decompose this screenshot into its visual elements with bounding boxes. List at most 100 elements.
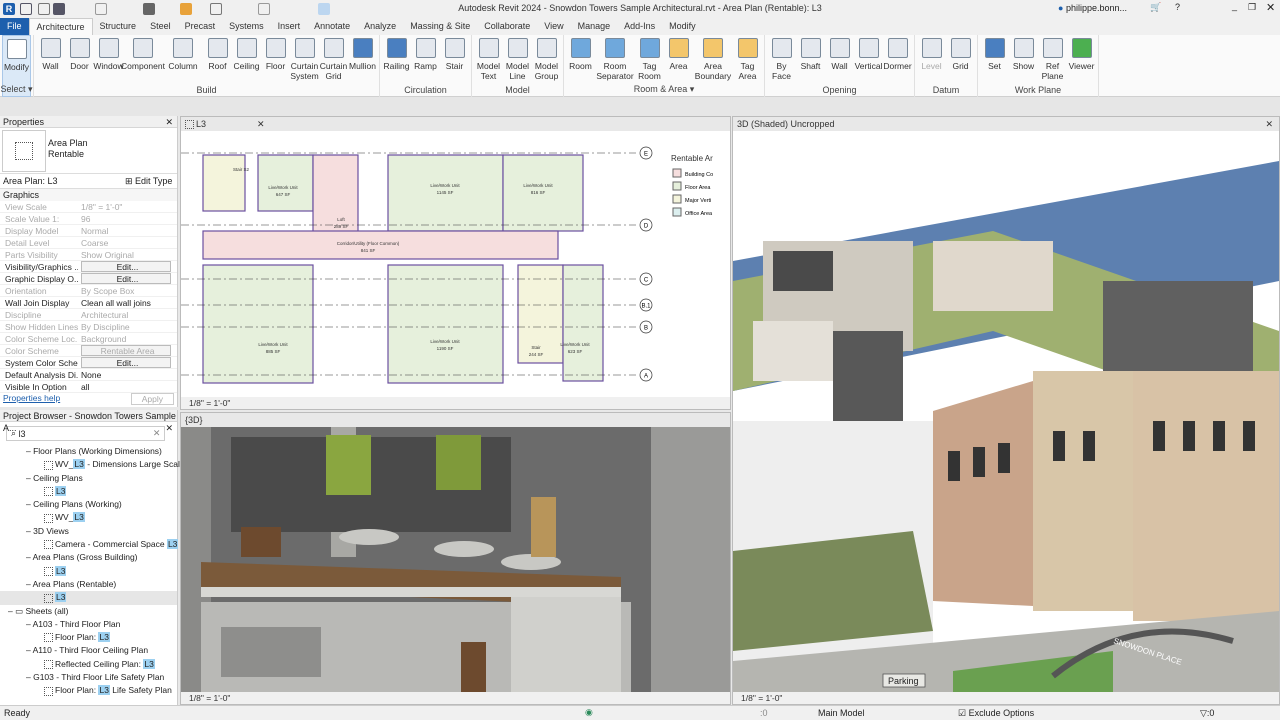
- grid-label: C: [644, 278, 649, 284]
- legend-swatch: [672, 194, 682, 204]
- browser-view-item[interactable]: L3: [0, 591, 177, 605]
- button-label: Shaft: [800, 61, 821, 71]
- plan-viewport[interactable]: L3 ✕ Live/Work Unit 647 SF Loft 289 SF Live/W…: [180, 116, 731, 410]
- property-edit-button[interactable]: Edit...: [81, 357, 171, 368]
- browser-view-item[interactable]: WV_L3 - Dimensions Large Scale: [0, 458, 185, 471]
- property-row: Color Scheme Loc... Background: [0, 333, 177, 345]
- view-control-bar[interactable]: 1/8" = 1'-0": [733, 692, 1279, 704]
- close-button[interactable]: ✕: [1266, 1, 1275, 14]
- button-label: Model Group: [534, 61, 559, 81]
- browser-search-input[interactable]: ⌕ l3 ✕: [6, 426, 166, 441]
- graphics-group-header[interactable]: Graphics: [0, 189, 177, 201]
- group-label: 3D Views: [33, 525, 69, 536]
- browser-view-item[interactable]: Floor Plan: L3 Life Safety Plan: [0, 684, 177, 697]
- browser-group[interactable]: – Area Plans (Rentable): [0, 578, 177, 591]
- restore-button[interactable]: ❐: [1248, 2, 1256, 13]
- user-icon: ●: [1058, 3, 1064, 13]
- collapse-icon[interactable]: –: [26, 552, 33, 562]
- view-control-bar[interactable]: 1/8" = 1'-0": [181, 692, 730, 704]
- property-value[interactable]: all: [78, 381, 177, 392]
- tab-massing-site[interactable]: Massing & Site: [403, 18, 477, 35]
- view-tab-l3[interactable]: L3 ✕: [181, 117, 730, 131]
- area-name: Live/Work Unit: [523, 183, 553, 188]
- cart-icon[interactable]: 🛒: [1150, 2, 1161, 13]
- browser-group[interactable]: – G103 - Third Floor Life Safety Plan: [0, 671, 177, 684]
- browser-view-item[interactable]: L3: [0, 485, 177, 498]
- browser-group[interactable]: – ▭ Sheets (all): [0, 605, 177, 618]
- view-tab-3d[interactable]: {3D}: [181, 413, 730, 427]
- property-value: 1/8" = 1'-0": [81, 202, 123, 212]
- worksets-count[interactable]: :0: [760, 708, 768, 718]
- tab-architecture[interactable]: Architecture: [28, 18, 93, 35]
- apply-button[interactable]: Apply: [130, 393, 174, 405]
- browser-group[interactable]: – Ceiling Plans (Working): [0, 498, 177, 511]
- browser-group[interactable]: – A103 - Third Floor Plan: [0, 618, 177, 631]
- ribbon-panel-circulation: Railing Ramp Stair Circulation: [380, 35, 472, 97]
- property-value[interactable]: Clean all wall joins: [78, 297, 177, 308]
- viewer-icon: [1071, 38, 1092, 58]
- property-edit-button[interactable]: Edit...: [81, 261, 171, 272]
- instance-selector[interactable]: Area Plan: L3: [3, 174, 125, 188]
- sheet-folder-icon[interactable]: – ▭: [8, 606, 25, 616]
- legend-label: Major Verti: [685, 198, 711, 204]
- close-icon[interactable]: ✕: [165, 116, 173, 128]
- property-row: Discipline Architectural: [0, 309, 177, 321]
- tab-structure[interactable]: Structure: [93, 18, 144, 35]
- browser-view-item[interactable]: L3: [0, 565, 177, 578]
- view-scale[interactable]: 1/8" = 1'-0": [189, 693, 230, 703]
- browser-view-item[interactable]: Floor Plan: L3: [0, 631, 177, 644]
- view-tab-3d-shaded[interactable]: 3D (Shaded) Uncropped ✕: [733, 117, 1279, 131]
- browser-view-item[interactable]: Camera - Commercial Space L3: [0, 538, 179, 551]
- tab-modify[interactable]: Modify: [662, 18, 703, 35]
- collapse-icon[interactable]: –: [26, 579, 33, 589]
- property-edit-button[interactable]: Edit...: [81, 273, 171, 284]
- properties-palette: Properties ✕ Area Plan Rentable Area Plan:…: [0, 116, 178, 407]
- camera-viewport[interactable]: {3D} 1/8" = 1'-0": [180, 412, 731, 705]
- tab-collaborate[interactable]: Collaborate: [477, 18, 537, 35]
- collapse-icon[interactable]: –: [26, 619, 33, 629]
- browser-view-item[interactable]: Reflected Ceiling Plan: L3: [0, 658, 177, 671]
- property-value[interactable]: None: [78, 369, 177, 380]
- view-control-bar[interactable]: 1/8" = 1'-0": [181, 397, 730, 409]
- close-tab-icon[interactable]: ✕: [1265, 117, 1273, 131]
- browser-group[interactable]: – 3D Views: [0, 525, 177, 538]
- tab-annotate[interactable]: Annotate: [307, 18, 357, 35]
- edit-type-button[interactable]: ⊞ Edit Type: [125, 174, 172, 188]
- tab-manage[interactable]: Manage: [571, 18, 618, 35]
- help-icon[interactable]: ?: [1175, 2, 1180, 12]
- collapse-icon[interactable]: –: [26, 645, 33, 655]
- browser-view-item[interactable]: WV_L3: [0, 511, 177, 524]
- properties-help-link[interactable]: Properties help: [3, 393, 60, 405]
- filter-icon[interactable]: ▽:0: [1200, 708, 1214, 719]
- user-account[interactable]: ● philippe.bonn...: [1058, 3, 1127, 13]
- tab-file[interactable]: File: [0, 18, 29, 35]
- design-option-select[interactable]: Main Model: [818, 708, 865, 718]
- worksharing-icon[interactable]: ◉: [585, 707, 593, 718]
- exclude-options-checkbox[interactable]: ☑ Exclude Options: [958, 708, 1034, 719]
- clear-search-icon[interactable]: ✕: [153, 428, 161, 439]
- tab-insert[interactable]: Insert: [271, 18, 308, 35]
- browser-group[interactable]: – Ceiling Plans: [0, 472, 177, 485]
- tab-systems[interactable]: Systems: [222, 18, 271, 35]
- area-region: [257, 154, 314, 212]
- tab-add-ins[interactable]: Add-Ins: [617, 18, 662, 35]
- tab-analyze[interactable]: Analyze: [357, 18, 403, 35]
- tab-steel[interactable]: Steel: [143, 18, 178, 35]
- view-scale[interactable]: 1/8" = 1'-0": [189, 398, 230, 408]
- view-scale[interactable]: 1/8" = 1'-0": [741, 693, 782, 703]
- area-value: 647 SF: [276, 192, 291, 197]
- close-icon[interactable]: ✕: [165, 422, 173, 434]
- browser-group[interactable]: – Area Plans (Gross Building): [0, 551, 177, 564]
- browser-group[interactable]: – Floor Plans (Working Dimensions): [0, 445, 177, 458]
- minimize-button[interactable]: _: [1232, 1, 1237, 11]
- grid-icon: [950, 38, 971, 58]
- close-tab-icon[interactable]: ✕: [257, 117, 265, 131]
- shaded-3d-viewport[interactable]: 3D (Shaded) Uncropped ✕ SNOWDON PLACE Par…: [732, 116, 1280, 705]
- type-selector[interactable]: Area Plan Rentable: [0, 128, 177, 174]
- tab-precast[interactable]: Precast: [178, 18, 223, 35]
- button-label: By Face: [772, 61, 791, 81]
- tab-view[interactable]: View: [537, 18, 570, 35]
- property-edit-button[interactable]: Rentable Area: [81, 345, 171, 356]
- browser-group[interactable]: – A110 - Third Floor Ceiling Plan: [0, 644, 177, 657]
- properties-header: Properties ✕: [0, 116, 177, 128]
